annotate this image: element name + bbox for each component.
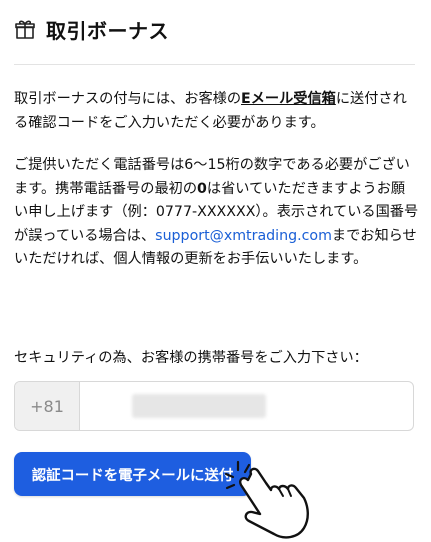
support-email-link[interactable]: support@xmtrading.com [155,228,332,244]
phone-number-input[interactable] [80,382,413,430]
pointing-hand-icon [222,456,322,542]
phone-instructions-paragraph: ご提供いただく電話番号は6〜15桁の数字である必要がございます。携帯電話番号の最… [14,154,419,272]
page-title: 取引ボーナス [46,18,169,43]
redacted-phone-number [132,394,266,418]
divider [14,64,415,65]
page-header: 取引ボーナス [14,14,169,44]
instructions-bold-zero: 0 [197,180,207,197]
phone-input-group: +81 [14,381,414,431]
send-verification-code-button[interactable]: 認証コードを電子メールに送付 [14,452,251,496]
intro-text-start: 取引ボーナスの付与には、お客様の [14,91,242,107]
phone-field-label: セキュリティの為、お客様の携帯番号をご入力下さい： [14,350,368,366]
email-inbox-link: Eメール受信箱 [241,91,336,107]
country-code-prefix: +81 [15,382,80,430]
intro-paragraph: 取引ボーナスの付与には、お客様のEメール受信箱に送付される確認コードをご入力いた… [14,88,419,135]
gift-icon [14,18,36,40]
